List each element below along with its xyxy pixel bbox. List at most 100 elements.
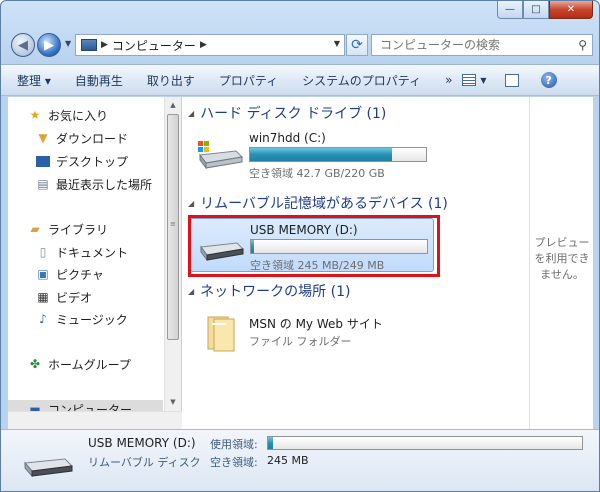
hard-drive-icon bbox=[198, 141, 244, 169]
nav-favorites[interactable]: ★ お気に入り bbox=[28, 106, 108, 124]
nav-pictures[interactable]: ▣ ピクチャ bbox=[36, 265, 104, 283]
drive-d[interactable]: USB MEMORY (D:) 空き領域 245 MB/249 MB bbox=[190, 218, 434, 272]
details-pane: USB MEMORY (D:) リムーバブル ディスク 使用領域: 空き領域: … bbox=[1, 429, 599, 491]
more-commands-button[interactable]: » bbox=[445, 73, 452, 87]
pictures-icon: ▣ bbox=[37, 267, 49, 281]
preview-pane-icon[interactable] bbox=[504, 73, 519, 87]
network-folder-name: MSN の My Web サイト bbox=[249, 317, 383, 331]
preview-line: プレビュー bbox=[534, 236, 590, 249]
nav-label: ミュージック bbox=[56, 312, 128, 327]
refresh-icon: ⟳ bbox=[351, 37, 363, 53]
nav-libraries[interactable]: ▰ ライブラリ bbox=[28, 220, 108, 238]
forward-button[interactable]: ▶ bbox=[37, 33, 61, 57]
preview-line: ません。 bbox=[540, 268, 584, 281]
details-free-label: 空き領域: bbox=[210, 456, 258, 469]
group-removable-devices[interactable]: ◢ リムーバブル記憶域があるデバイス (1) bbox=[188, 193, 448, 213]
recent-pages-dropdown[interactable]: ▼ bbox=[65, 39, 71, 48]
view-dropdown-icon[interactable]: ▼ bbox=[480, 76, 486, 85]
collapse-triangle-icon[interactable]: ◢ bbox=[188, 287, 194, 296]
nav-recent-places[interactable]: ▤ 最近表示した場所 bbox=[36, 175, 152, 193]
search-icon[interactable]: ⚲ bbox=[578, 38, 587, 52]
usb-drive-icon bbox=[200, 242, 245, 261]
nav-label: ドキュメント bbox=[56, 245, 129, 260]
address-dropdown-icon[interactable]: ▼ bbox=[334, 39, 340, 48]
nav-label: お気に入り bbox=[48, 108, 109, 123]
nav-label: ホームグループ bbox=[48, 357, 131, 372]
back-button[interactable]: ◀ bbox=[11, 33, 35, 57]
recent-places-icon: ▤ bbox=[37, 177, 49, 191]
close-button[interactable]: ✕ bbox=[549, 1, 593, 19]
videos-icon: ▦ bbox=[37, 290, 49, 304]
arrow-right-icon: ▶ bbox=[44, 37, 54, 53]
details-usage-fill bbox=[268, 437, 274, 449]
details-used-label: 使用領域: bbox=[210, 438, 258, 451]
scroll-thumb[interactable]: ≡ bbox=[167, 114, 179, 340]
group-title: ハード ディスク ドライブ (1) bbox=[200, 106, 387, 122]
drive-c-usage-fill bbox=[250, 148, 392, 161]
details-usage-bar bbox=[267, 436, 583, 450]
preview-pane: プレビュー を利用でき ません。 bbox=[529, 97, 593, 429]
collapse-triangle-icon[interactable]: ◢ bbox=[188, 109, 194, 118]
nav-music[interactable]: ♪ ミュージック bbox=[36, 310, 128, 328]
eject-button[interactable]: 取り出す bbox=[147, 72, 195, 89]
drive-c-info: 空き領域 42.7 GB/220 GB bbox=[249, 167, 385, 180]
maximize-button[interactable]: □ bbox=[523, 1, 549, 19]
network-folder-item[interactable]: MSN の My Web サイト ファイル フォルダー bbox=[190, 307, 434, 363]
arrow-left-icon: ◀ bbox=[18, 37, 28, 53]
drive-c-usage-bar bbox=[249, 147, 427, 162]
autoplay-button[interactable]: 自動再生 bbox=[75, 72, 123, 89]
refresh-button[interactable]: ⟳ bbox=[346, 34, 368, 56]
nav-documents[interactable]: ▯ ドキュメント bbox=[36, 243, 128, 261]
breadcrumb-computer[interactable]: コンピューター bbox=[112, 37, 196, 54]
search-box[interactable]: ⚲ bbox=[371, 34, 593, 56]
drive-c-name: win7hdd (C:) bbox=[249, 131, 326, 145]
library-icon: ▰ bbox=[30, 222, 40, 236]
nav-vertical-scrollbar[interactable]: ▲ ≡ ▼ bbox=[164, 97, 181, 429]
drive-d-info: 空き領域 245 MB/249 MB bbox=[250, 259, 385, 272]
music-icon: ♪ bbox=[39, 312, 47, 326]
organize-button[interactable]: 整理 ▾ bbox=[17, 72, 51, 89]
nav-horizontal-scrollbar[interactable] bbox=[8, 411, 182, 429]
usb-drive-icon bbox=[23, 458, 74, 478]
breadcrumb-chevron-icon[interactable]: ▶ bbox=[200, 40, 207, 50]
window-controls: — □ ✕ bbox=[497, 1, 593, 19]
nav-label: 最近表示した場所 bbox=[56, 177, 153, 192]
documents-icon: ▯ bbox=[39, 245, 47, 259]
address-row: ◀ ▶ ▼ ▶ コンピューター ▶ ▼ ⟳ ⚲ bbox=[9, 31, 593, 59]
folder-icon bbox=[207, 316, 235, 352]
minimize-button[interactable]: — bbox=[497, 1, 523, 19]
change-view-icon[interactable] bbox=[462, 74, 477, 86]
downloads-folder-icon: ▼ bbox=[38, 131, 48, 145]
system-properties-button[interactable]: システムのプロパティ bbox=[302, 72, 421, 89]
navigation-pane: ★ お気に入り ▼ ダウンロード デスクトップ ▤ 最近表示した場所 ▰ ライブ… bbox=[8, 97, 179, 429]
drive-d-usage-fill bbox=[251, 240, 254, 253]
help-icon[interactable]: ? bbox=[540, 72, 557, 88]
nav-downloads[interactable]: ▼ ダウンロード bbox=[36, 129, 128, 147]
group-hard-disk-drives[interactable]: ◢ ハード ディスク ドライブ (1) bbox=[188, 103, 386, 123]
nav-label: ライブラリ bbox=[48, 222, 109, 237]
computer-icon bbox=[81, 39, 97, 51]
scroll-down-icon[interactable]: ▼ bbox=[165, 394, 181, 410]
search-input[interactable] bbox=[378, 37, 568, 53]
breadcrumb-chevron-icon[interactable]: ▶ bbox=[101, 40, 108, 50]
group-title: ネットワークの場所 (1) bbox=[200, 284, 351, 300]
details-name: USB MEMORY (D:) bbox=[88, 436, 196, 450]
nav-label: ビデオ bbox=[56, 290, 93, 305]
command-bar: 整理 ▾ 自動再生 取り出す プロパティ システムのプロパティ » ▼ ? bbox=[1, 64, 599, 96]
address-bar[interactable]: ▶ コンピューター ▶ ▼ bbox=[75, 34, 345, 56]
nav-label: ピクチャ bbox=[56, 267, 104, 282]
nav-videos[interactable]: ▦ ビデオ bbox=[36, 288, 92, 306]
group-network-locations[interactable]: ◢ ネットワークの場所 (1) bbox=[188, 281, 350, 301]
group-title: リムーバブル記憶域があるデバイス (1) bbox=[200, 196, 448, 212]
star-icon: ★ bbox=[29, 108, 41, 122]
drive-d-name: USB MEMORY (D:) bbox=[250, 223, 358, 237]
nav-label: ダウンロード bbox=[56, 131, 129, 146]
collapse-triangle-icon[interactable]: ◢ bbox=[188, 199, 194, 208]
properties-button[interactable]: プロパティ bbox=[219, 72, 278, 89]
desktop-icon bbox=[36, 155, 50, 167]
scroll-up-icon[interactable]: ▲ bbox=[165, 97, 181, 113]
nav-desktop[interactable]: デスクトップ bbox=[36, 152, 128, 170]
nav-homegroup[interactable]: ✤ ホームグループ bbox=[28, 355, 131, 373]
drive-c[interactable]: win7hdd (C:) 空き領域 42.7 GB/220 GB bbox=[190, 127, 434, 181]
drive-d-usage-bar bbox=[250, 239, 428, 254]
